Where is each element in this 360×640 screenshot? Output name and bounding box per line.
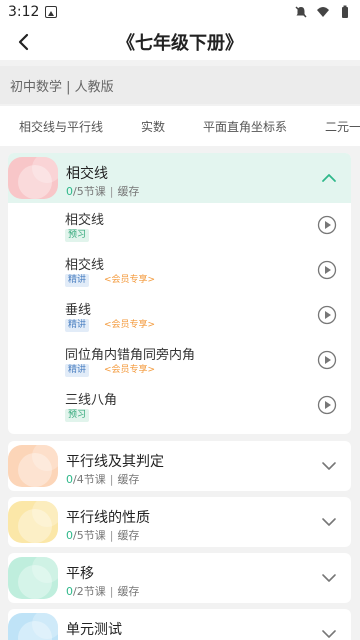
lesson-item[interactable]: 相交线 预习: [8, 203, 351, 248]
chapter-total: /5节课: [73, 185, 106, 198]
chapter-header[interactable]: 相交线 0/5节课 | 缓存: [8, 153, 351, 203]
lesson-item[interactable]: 同位角内错角同旁内角 精讲 <会员专享>: [8, 338, 351, 383]
chapter-color-blob: [8, 501, 58, 543]
tab-unit-3[interactable]: 平面直角坐标系: [203, 118, 287, 135]
subject-edition-label: 初中数学 | 人教版: [0, 66, 360, 104]
chapter-header[interactable]: 平行线及其判定 0/4节课 | 缓存: [8, 441, 351, 491]
chapter-color-blob: [8, 445, 58, 487]
chapter-color-blob: [8, 157, 58, 199]
play-icon[interactable]: [317, 350, 337, 370]
play-icon[interactable]: [317, 305, 337, 325]
chapter-progress: 0/4节课 | 缓存: [66, 473, 140, 486]
chapter-header[interactable]: 平行线的性质 0/5节课 | 缓存: [8, 497, 351, 547]
chapter-color-blob: [8, 613, 58, 640]
chapter-title: 单元测试: [66, 622, 122, 638]
chapter-card: 相交线 0/5节课 | 缓存 相交线 预习 相交线 精讲 <会员专享> 垂线 精讲 …: [8, 153, 351, 434]
chapter-done-count: 0: [66, 529, 73, 542]
chapter-header[interactable]: 平移 0/2节课 | 缓存: [8, 553, 351, 603]
chapter-color-blob: [8, 557, 58, 599]
lesson-badge: 精讲: [65, 364, 90, 377]
cache-link[interactable]: 缓存: [117, 529, 139, 542]
lesson-item[interactable]: 三线八角 预习: [8, 383, 351, 428]
chapter-card: 平行线的性质 0/5节课 | 缓存: [8, 497, 351, 547]
chapter-card: 平移 0/2节课 | 缓存: [8, 553, 351, 603]
page-title: 《七年级下册》: [117, 33, 243, 54]
chapter-total: /4节课: [73, 473, 106, 486]
chapter-progress: 0/2节课 | 缓存: [66, 585, 140, 598]
top-nav-bar: 《七年级下册》: [0, 24, 360, 60]
status-icons: [294, 5, 352, 19]
play-icon[interactable]: [317, 215, 337, 235]
play-icon[interactable]: [317, 260, 337, 280]
chapter-title: 平行线及其判定: [66, 454, 164, 470]
back-button[interactable]: [10, 28, 38, 56]
unit-tabs: 相交线与平行线 实数 平面直角坐标系 二元一次方: [0, 106, 360, 146]
cache-link[interactable]: 缓存: [117, 473, 139, 486]
chapter-total: /5节课: [73, 529, 106, 542]
lesson-title: 三线八角: [65, 393, 118, 408]
lesson-item[interactable]: 相交线 精讲 <会员专享>: [8, 248, 351, 293]
status-time: 3:12: [8, 4, 40, 20]
lesson-title: 同位角内错角同旁内角: [65, 348, 196, 363]
chevron-down-icon[interactable]: [321, 514, 337, 530]
vip-label: <会员专享>: [104, 275, 156, 285]
chapter-card: 单元测试 0节课|缓存: [8, 609, 351, 640]
tab-unit-4[interactable]: 二元一次方: [325, 118, 360, 135]
vip-label: <会员专享>: [104, 365, 156, 375]
lesson-item[interactable]: 垂线 精讲 <会员专享>: [8, 293, 351, 338]
tab-unit-1[interactable]: 相交线与平行线: [19, 118, 103, 135]
chevron-up-icon[interactable]: [321, 170, 337, 186]
battery-icon: [338, 5, 352, 19]
gallery-notification-icon: [45, 6, 58, 18]
chevron-down-icon[interactable]: [321, 570, 337, 586]
lesson-badge: 预习: [65, 229, 90, 242]
play-icon[interactable]: [317, 395, 337, 415]
vip-label: <会员专享>: [104, 320, 156, 330]
chevron-down-icon[interactable]: [321, 626, 337, 640]
lesson-title: 垂线: [65, 303, 92, 318]
lesson-title: 相交线: [65, 258, 105, 273]
chapter-card: 平行线及其判定 0/4节课 | 缓存: [8, 441, 351, 491]
cache-link[interactable]: 缓存: [117, 185, 139, 198]
chevron-down-icon[interactable]: [321, 458, 337, 474]
tab-unit-2[interactable]: 实数: [141, 118, 165, 135]
chevron-left-icon: [18, 33, 29, 51]
chapter-total: /2节课: [73, 585, 106, 598]
chapter-done-count: 0: [66, 585, 73, 598]
lesson-badge: 精讲: [65, 274, 90, 287]
chapter-done-count: 0: [66, 473, 73, 486]
wifi-icon: [316, 5, 330, 19]
mute-icon: [294, 5, 308, 19]
chapter-title: 平行线的性质: [66, 510, 150, 526]
chapter-progress: 0/5节课 | 缓存: [66, 185, 140, 198]
lesson-badge: 精讲: [65, 319, 90, 332]
chapter-title: 平移: [66, 566, 94, 582]
status-bar: 3:12: [0, 0, 360, 24]
chapter-title: 相交线: [66, 166, 108, 182]
chapter-progress: 0/5节课 | 缓存: [66, 529, 140, 542]
lesson-badge: 预习: [65, 409, 90, 422]
cache-link[interactable]: 缓存: [117, 585, 139, 598]
chapter-done-count: 0: [66, 185, 73, 198]
lesson-title: 相交线: [65, 213, 105, 228]
chapter-header[interactable]: 单元测试 0节课|缓存: [8, 609, 351, 640]
